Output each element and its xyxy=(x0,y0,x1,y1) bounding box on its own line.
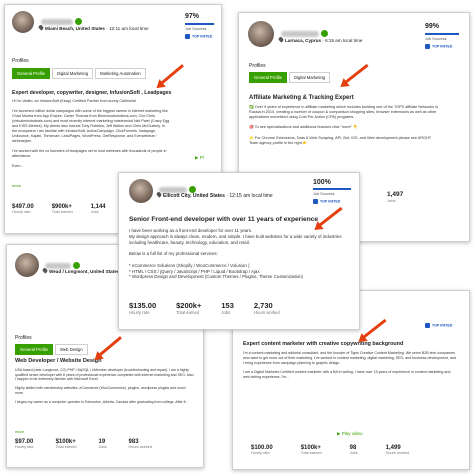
stats-row: $97.00 Hourly rate $100k+ Total earned 19 J… xyxy=(15,439,152,449)
avatar[interactable] xyxy=(248,21,274,47)
tab-general-profile[interactable]: General Profile xyxy=(15,344,53,355)
location: Larnaca, Cyprus · 6:15 am local time xyxy=(277,36,362,43)
avatar[interactable] xyxy=(129,179,153,203)
stat-jobs: 153 Jobs xyxy=(221,301,234,315)
job-success-score: 99% xyxy=(425,23,440,30)
job-success-label: Job Success xyxy=(425,37,447,41)
profile-description: ✅ Over 9 years of experience in affiliat… xyxy=(249,105,439,145)
top-rated-badge: TOP RATED xyxy=(313,199,340,204)
tab-digital-marketing[interactable]: Digital Marketing xyxy=(288,72,331,83)
job-success-bar xyxy=(185,23,215,25)
stat-hourly-rate: $135.00 Hourly rate xyxy=(129,301,157,315)
play-video-link[interactable]: ▶ Pl xyxy=(195,155,204,161)
job-success-bar xyxy=(313,188,351,190)
job-success-bar xyxy=(425,33,459,35)
location-pin-icon xyxy=(155,191,163,198)
profiles-heading: Profiles xyxy=(249,63,266,69)
profile-title: Senior Front-end developer with over 11 … xyxy=(129,216,319,223)
location-pin-icon xyxy=(37,24,45,31)
avatar[interactable] xyxy=(15,253,39,277)
profiles-heading: Profiles xyxy=(15,335,32,341)
profile-tabs: General Profile Digital Marketing xyxy=(249,72,331,83)
profile-title: Expert content marketer with creative co… xyxy=(243,341,404,347)
more-link[interactable]: more xyxy=(12,183,21,188)
stat-jobs: 19 Jobs xyxy=(98,439,107,449)
stat-total-earned: $900k+ Total earned xyxy=(51,204,73,214)
stat-total-earned: $100k+ Total earned xyxy=(55,439,77,449)
freelancer-card-3[interactable]: Ellicott City, United States · 12:15 am … xyxy=(118,172,360,330)
stat-total-earned: $100k+ Total earned xyxy=(300,445,322,455)
stat-total-earned: $200k+ Total earned xyxy=(176,301,202,315)
location: Ellicott City, United States · 12:15 am … xyxy=(155,191,273,199)
tab-general-profile[interactable]: General Profile xyxy=(12,68,50,79)
tab-digital-marketing[interactable]: Digital Marketing xyxy=(51,68,94,79)
stat-hours-worked: 2,730 Hours worked xyxy=(253,301,280,315)
stat-hours-worked: 983 Hours worked xyxy=(128,439,152,449)
stats-row: $497.00 Hourly rate $900k+ Total earned 1,… xyxy=(12,204,106,214)
top-rated-badge: TOP RATED xyxy=(425,44,452,49)
job-success-score: 100% xyxy=(313,179,331,186)
profile-description: I'm a content marketing and editorial co… xyxy=(243,351,457,379)
location-pin-icon xyxy=(277,36,285,43)
stat-hours-worked: 1,499 Hours worked xyxy=(385,445,410,455)
location: Miami Beach, United States · 12:11 am lo… xyxy=(37,24,149,31)
play-video-link[interactable]: ▶ Play video xyxy=(337,431,362,437)
stat-hourly-rate: $497.00 Hourly rate xyxy=(12,204,34,214)
avatar[interactable] xyxy=(12,11,34,33)
profile-description: Hi I'm Vadim, an InfusionSoft (Keap) Cer… xyxy=(12,99,170,168)
profile-title: Web Developer / Website Design xyxy=(15,358,102,364)
tab-general-profile[interactable]: General Profile xyxy=(249,72,287,83)
more-link[interactable]: more xyxy=(15,429,24,434)
profile-description: USA based (near Longmont, CO) PHP / MySQ… xyxy=(15,368,195,405)
location-pin-icon xyxy=(41,267,49,274)
profile-title: Expert developer, copywriter, designer, … xyxy=(12,90,172,96)
stats-row: 1,497 Jobs xyxy=(387,191,403,203)
job-success-label: Job Success xyxy=(185,27,207,31)
stat-jobs: 1,497 Jobs xyxy=(387,191,404,203)
top-rated-badge: TOP RATED xyxy=(185,34,212,39)
stat-hourly-rate: $97.00 Hourly rate xyxy=(15,439,34,449)
tab-web-design[interactable]: Web Design xyxy=(54,344,88,355)
tab-marketing-automation[interactable]: Marketing Automation xyxy=(95,68,146,79)
job-success-label: Job Success xyxy=(313,192,335,196)
stat-hourly-rate: $100.00 Hourly rate xyxy=(251,445,273,455)
job-success-score: 97% xyxy=(185,13,200,20)
top-rated-badge: TOP RATED xyxy=(425,323,452,328)
stats-row: $100.00 Hourly rate $100k+ Total earned 98… xyxy=(251,445,409,455)
profile-description: I have been working as a front-end devel… xyxy=(129,228,342,280)
stats-row: $135.00 Hourly rate $200k+ Total earned 15… xyxy=(129,301,280,315)
stat-jobs: 98 Jobs xyxy=(349,445,358,455)
profile-tabs: General Profile Web Design xyxy=(15,344,88,355)
stat-jobs: 1,144 Jobs xyxy=(90,204,106,214)
profile-title: Affiliate Marketing & Tracking Expert xyxy=(249,95,354,101)
profiles-heading: Profiles xyxy=(12,58,29,64)
profile-tabs: General Profile Digital Marketing Market… xyxy=(12,68,146,79)
